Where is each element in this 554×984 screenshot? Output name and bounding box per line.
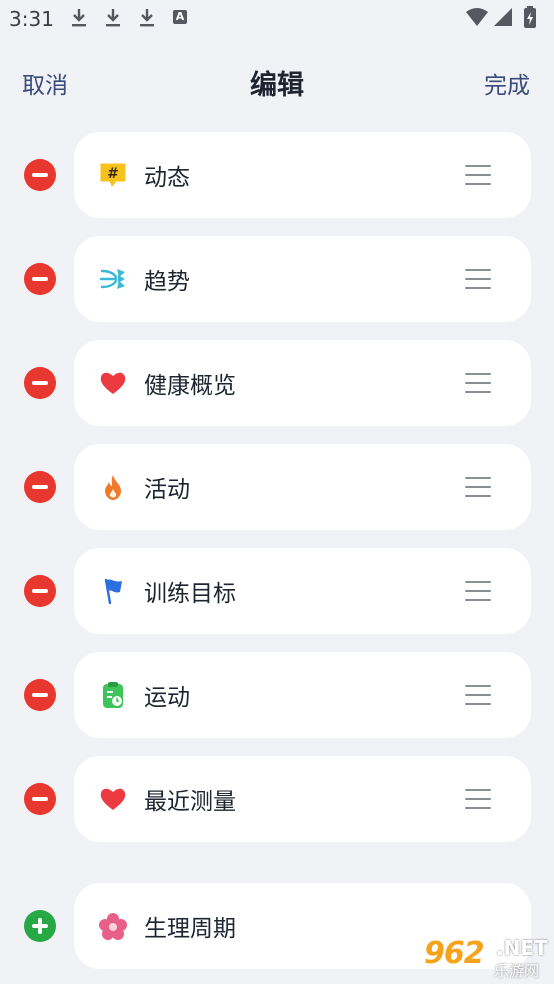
edit-header: 取消 编辑 完成: [0, 56, 554, 108]
card: 最近测量: [74, 756, 531, 842]
remove-button[interactable]: [24, 159, 56, 191]
drag-handle-icon[interactable]: [465, 477, 491, 497]
download-icon: [106, 9, 120, 27]
a-icon: A: [173, 10, 187, 24]
item-label: 训练目标: [144, 581, 236, 607]
drag-handle-icon[interactable]: [465, 269, 491, 289]
download-icon: [140, 9, 154, 27]
item-label: 生理周期: [144, 916, 236, 942]
hashtag-icon: #: [100, 163, 126, 187]
watermark-sub: 乐游网: [494, 962, 540, 980]
flag-icon: [104, 578, 122, 605]
item-label: 动态: [144, 165, 190, 191]
item-label: 趋势: [144, 269, 190, 295]
flame-icon: [105, 475, 121, 500]
item-label: 活动: [144, 477, 190, 503]
watermark-logo: 962 .NET 乐游网: [416, 932, 550, 982]
card: 趋势: [74, 236, 531, 322]
list-item: # 动态: [0, 132, 554, 218]
drag-handle-icon[interactable]: [465, 373, 491, 393]
item-label: 运动: [144, 685, 190, 711]
heart-icon: [100, 372, 126, 394]
signal-icon: [494, 8, 512, 26]
card: 活动: [74, 444, 531, 530]
drag-handle-icon[interactable]: [465, 165, 491, 185]
item-label: 健康概览: [144, 373, 236, 399]
svg-text:#: #: [107, 166, 119, 182]
item-label: 最近测量: [144, 789, 236, 815]
watermark-net: .NET: [496, 936, 548, 960]
list-item: 健康概览: [0, 340, 554, 426]
card: 健康概览: [74, 340, 531, 426]
list-item: 活动: [0, 444, 554, 530]
drag-handle-icon[interactable]: [465, 789, 491, 809]
list-item: 运动: [0, 652, 554, 738]
remove-button[interactable]: [24, 679, 56, 711]
remove-button[interactable]: [24, 575, 56, 607]
watermark-brand: 962: [424, 936, 485, 971]
status-time: 3:31: [9, 7, 54, 31]
remove-button[interactable]: [24, 367, 56, 399]
list-item: 趋势: [0, 236, 554, 322]
trend-arrows-icon: [99, 269, 125, 289]
card: # 动态: [74, 132, 531, 218]
status-right-icons: [466, 6, 536, 28]
wifi-icon: [466, 8, 488, 26]
status-bar: 3:31 A: [0, 0, 554, 38]
download-icon: [72, 9, 86, 27]
battery-charging-icon: [524, 6, 536, 28]
drag-handle-icon[interactable]: [465, 581, 491, 601]
list-item: 最近测量: [0, 756, 554, 842]
list-item: 训练目标: [0, 548, 554, 634]
card: 训练目标: [74, 548, 531, 634]
done-button[interactable]: 完成: [484, 66, 530, 100]
remove-button[interactable]: [24, 783, 56, 815]
flower-icon: [99, 913, 127, 940]
drag-handle-icon[interactable]: [465, 685, 491, 705]
page-title: 编辑: [250, 70, 304, 101]
remove-button[interactable]: [24, 471, 56, 503]
remove-button[interactable]: [24, 263, 56, 295]
clipboard-icon: [103, 682, 123, 708]
card: 运动: [74, 652, 531, 738]
heart-icon: [100, 788, 126, 810]
add-button[interactable]: [24, 910, 56, 942]
